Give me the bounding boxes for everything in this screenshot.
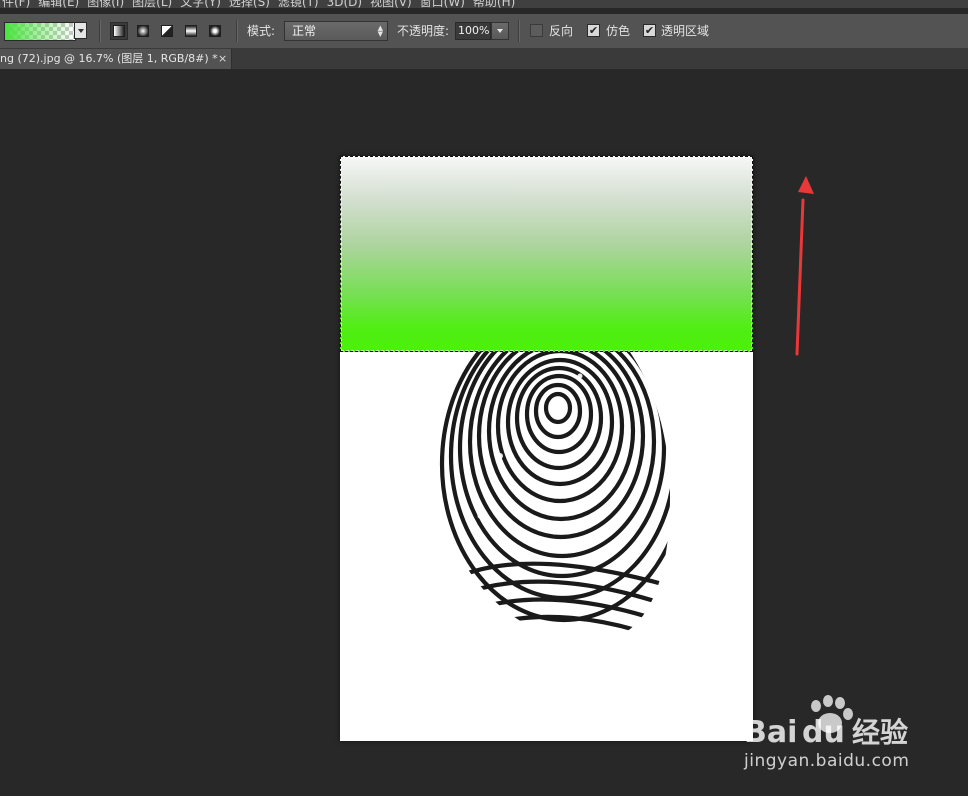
chevron-down-icon <box>497 29 503 33</box>
opacity-input[interactable]: 100% <box>455 22 491 40</box>
tool-options-bar: 模式: 正常 ▲ ▼ 不透明度: 100% 反向 ✔ 仿色 ✔ 透明区域 <box>0 14 968 49</box>
check-icon: ✔ <box>644 24 655 37</box>
mode-value: 正常 <box>292 24 317 38</box>
mode-select[interactable]: 正常 ▲ ▼ <box>284 21 388 41</box>
reverse-checkbox[interactable] <box>530 24 543 37</box>
linear-gradient-button[interactable] <box>110 22 128 40</box>
divider <box>236 20 238 42</box>
close-icon[interactable]: × <box>218 49 227 69</box>
menu-select[interactable]: 选择(S) <box>221 0 270 8</box>
menu-3d[interactable]: 3D(D) <box>319 0 362 8</box>
menu-image[interactable]: 图像(I) <box>79 0 124 8</box>
dither-label: 仿色 <box>606 24 631 38</box>
menu-edit[interactable]: 编辑(E) <box>30 0 79 8</box>
menu-type[interactable]: 文字(Y) <box>172 0 221 8</box>
document-tab-title: ng (72).jpg @ 16.7% (图层 1, RGB/8#) * <box>0 52 218 65</box>
menu-file[interactable]: 件(F) <box>0 0 30 8</box>
document-tab[interactable]: ng (72).jpg @ 16.7% (图层 1, RGB/8#) * × <box>0 49 232 69</box>
angle-gradient-icon <box>161 25 173 37</box>
divider <box>518 20 520 42</box>
opacity-slider-dropdown[interactable] <box>491 22 509 40</box>
watermark-url: jingyan.baidu.com <box>744 751 910 771</box>
annotation-arrow-icon <box>795 176 814 356</box>
opacity-label: 不透明度: <box>397 24 450 38</box>
menu-window[interactable]: 窗口(W) <box>412 0 465 8</box>
check-icon: ✔ <box>588 24 599 37</box>
linear-gradient-icon <box>113 25 125 37</box>
marquee-selection[interactable] <box>340 156 753 352</box>
reflected-gradient-icon <box>185 25 197 37</box>
gradient-preview-swatch[interactable] <box>4 22 76 41</box>
document-tab-bar: ng (72).jpg @ 16.7% (图层 1, RGB/8#) * × <box>0 49 968 69</box>
menu-view[interactable]: 视图(V) <box>362 0 412 8</box>
gradient-picker-dropdown[interactable] <box>74 22 87 39</box>
diamond-gradient-icon <box>209 25 221 37</box>
watermark-brand: Bai <box>744 715 797 750</box>
transparency-label: 透明区域 <box>661 24 710 38</box>
dither-checkbox[interactable]: ✔ <box>587 24 600 37</box>
chevron-down-icon <box>77 28 84 33</box>
menu-bar: 件(F) 编辑(E) 图像(I) 图层(L) 文字(Y) 选择(S) 滤镜(T)… <box>0 0 968 8</box>
angle-gradient-button[interactable] <box>158 22 176 40</box>
reflected-gradient-button[interactable] <box>182 22 200 40</box>
diamond-gradient-button[interactable] <box>206 22 224 40</box>
transparency-checkbox[interactable]: ✔ <box>643 24 656 37</box>
updown-arrows-icon: ▲ ▼ <box>377 24 383 38</box>
menu-filter[interactable]: 滤镜(T) <box>270 0 319 8</box>
watermark-brand-suffix: du <box>802 715 845 750</box>
reverse-label: 反向 <box>549 24 574 38</box>
radial-gradient-icon <box>137 25 149 37</box>
mode-label: 模式: <box>247 24 276 38</box>
menu-layer[interactable]: 图层(L) <box>124 0 172 8</box>
divider <box>99 20 101 42</box>
watermark-product: 经验 <box>852 716 908 749</box>
radial-gradient-button[interactable] <box>134 22 152 40</box>
menu-help[interactable]: 帮助(H) <box>465 0 515 8</box>
